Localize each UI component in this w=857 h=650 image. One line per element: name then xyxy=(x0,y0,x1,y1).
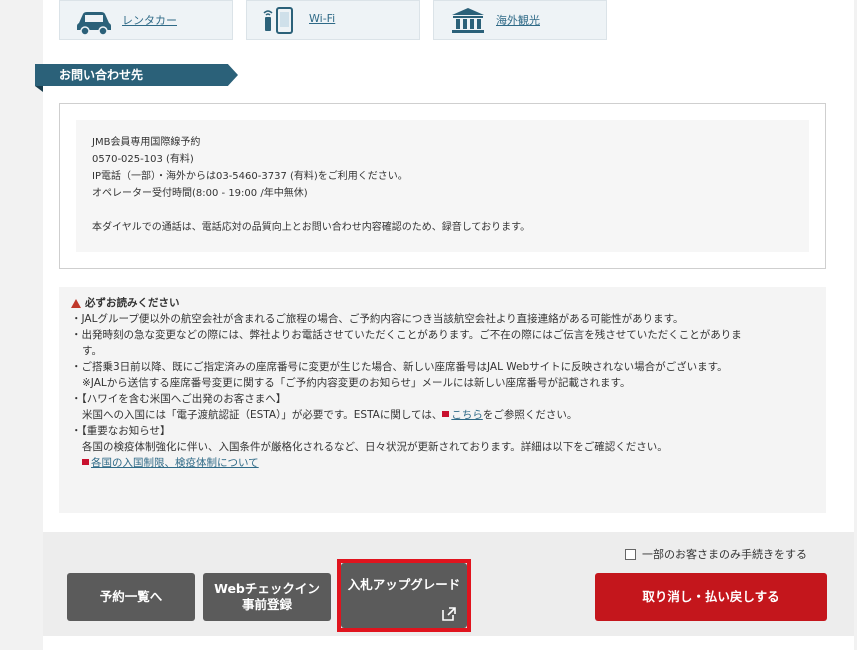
car-icon xyxy=(77,12,111,35)
page: レンタカー Wi-Fi 海外観光 お問い合わせ先 JMB会員専用国際線予約 05… xyxy=(35,0,854,650)
partial-passengers-option[interactable]: 一部のお客さまのみ手続きをする xyxy=(625,546,807,562)
notice-title-text: 必ずお読みください xyxy=(85,297,180,309)
museum-icon xyxy=(452,8,484,33)
notice-item: す。 xyxy=(82,345,102,357)
contact-phone: 0570-025-103 (有料) xyxy=(92,154,194,165)
notice-item: ※JALから送信する座席番号変更に関する「ご予約内容変更のお知らせ」メールには新… xyxy=(82,377,631,389)
button-label: 事前登録 xyxy=(241,597,292,612)
notice-item: ・JALグループ便以外の航空会社が含まれるご旅程の場合、ご予約内容につき当該航空… xyxy=(71,313,684,325)
notice-item-esta: 米国への入国には「電子渡航認証（ESTA）」が必要です。ESTAに関しては、 こち… xyxy=(71,407,814,423)
contact-details: JMB会員専用国際線予約 0570-025-103 (有料) IP電話（一部）・… xyxy=(76,120,809,252)
notice-item-link: 各国の入国制限、検疫体制について xyxy=(71,455,814,471)
button-label: Webチェックイン xyxy=(214,581,320,596)
esta-link[interactable]: こちら xyxy=(451,409,483,421)
section-tab-fold xyxy=(35,86,43,92)
checkbox-label[interactable]: 一部のお客さまのみ手続きをする xyxy=(642,546,807,562)
partial-passengers-checkbox[interactable] xyxy=(625,548,636,560)
contact-line: JMB会員専用国際線予約 xyxy=(92,137,201,148)
tile-rental-car[interactable]: レンタカー xyxy=(59,0,233,40)
reservation-list-button[interactable]: 予約一覧へ xyxy=(67,573,195,621)
action-bar: 一部のお客さまのみ手続きをする 予約一覧へ Webチェックイン 事前登録 入札ア… xyxy=(43,532,854,636)
entry-restrictions-link[interactable]: 各国の入国制限、検疫体制について xyxy=(91,457,259,469)
notice-box: 必ずお読みください ・JALグループ便以外の航空会社が含まれるご旅程の場合、ご予… xyxy=(59,287,826,513)
tile-label[interactable]: 海外観光 xyxy=(496,12,540,28)
tile-wifi[interactable]: Wi-Fi xyxy=(246,0,420,40)
warning-icon xyxy=(71,298,81,308)
contact-box: JMB会員専用国際線予約 0570-025-103 (有料) IP電話（一部）・… xyxy=(59,103,826,269)
service-tiles: レンタカー Wi-Fi 海外観光 xyxy=(59,0,819,40)
contact-section-title: お問い合わせ先 xyxy=(35,64,238,86)
contact-hours: オペレーター受付時間(8:00 - 19:00 /年中無休) xyxy=(92,188,308,199)
notice-item: ・出発時刻の急な変更などの際には、弊社よりお電話させていただくことがあります。ご… xyxy=(71,329,742,341)
cancel-refund-button[interactable]: 取り消し・払い戻しする xyxy=(595,573,827,621)
tile-label[interactable]: Wi-Fi xyxy=(309,12,335,25)
esta-text-suffix: をご参照ください。 xyxy=(482,409,578,421)
contact-recording-note: 本ダイヤルでの通話は、電話応対の品質向上とお問い合わせ内容確認のため、録音してお… xyxy=(92,222,531,233)
notice-title: 必ずお読みください xyxy=(71,295,814,311)
highlight-box xyxy=(337,559,471,632)
wifi-device-icon xyxy=(263,7,293,34)
tile-overseas-sightseeing[interactable]: 海外観光 xyxy=(433,0,607,40)
esta-text: 米国への入国には「電子渡航認証（ESTA）」が必要です。ESTAに関しては、 xyxy=(82,409,443,421)
external-link-icon xyxy=(82,459,89,465)
contact-line: IP電話（一部）・海外からは03-5460-3737 (有料)をご利用ください。 xyxy=(92,171,408,182)
notice-item: ・【重要なお知らせ】 xyxy=(71,425,171,437)
tile-label[interactable]: レンタカー xyxy=(122,12,177,28)
web-checkin-button[interactable]: Webチェックイン 事前登録 xyxy=(203,573,331,621)
external-link-icon xyxy=(442,411,450,417)
notice-item: 各国の検疫体制強化に伴い、入国条件が厳格化されるなど、日々状況が更新されておりま… xyxy=(82,441,668,453)
notice-item: ・【ハワイを含む米国へご出発のお客さまへ】 xyxy=(71,393,287,405)
button-label: 予約一覧へ xyxy=(99,589,163,604)
button-label: 取り消し・払い戻しする xyxy=(642,589,780,604)
notice-item: ・ご搭乗3日前以降、既にご指定済みの座席番号に変更が生じた場合、新しい座席番号は… xyxy=(71,361,728,373)
